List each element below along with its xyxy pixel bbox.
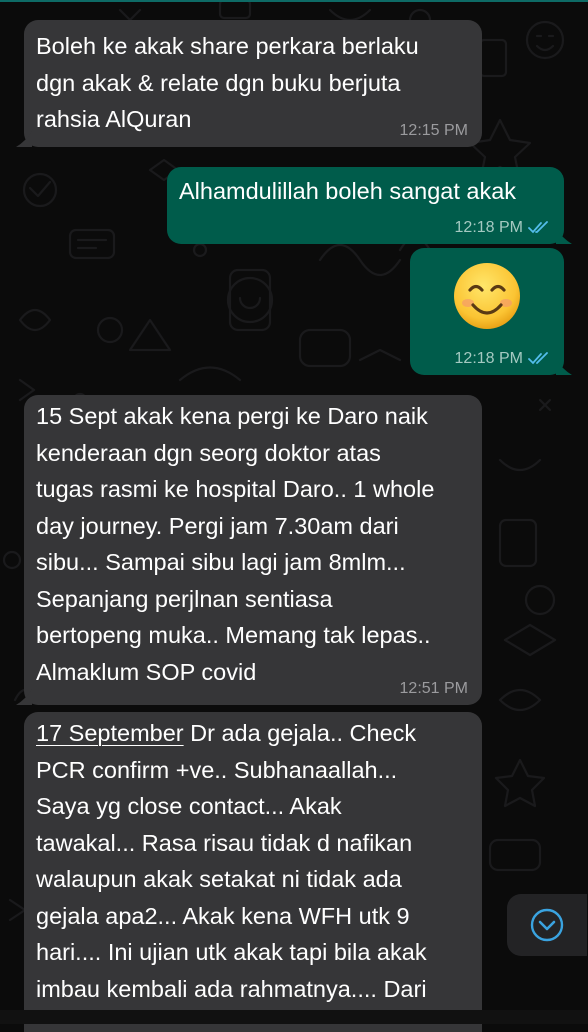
message-bubble-outgoing[interactable]: Alhamdulillah boleh sangat akak 12:18 PM	[167, 167, 572, 244]
message-text: 15 Sept akak kena pergi ke Daro naik ken…	[36, 403, 435, 685]
message-bubble-incoming[interactable]: 15 Sept akak kena pergi ke Daro naik ken…	[16, 395, 482, 705]
message-meta: 12:18 PM	[455, 349, 550, 369]
double-check-read-icon	[528, 221, 548, 234]
message-time: 12:51 PM	[399, 680, 468, 697]
scroll-to-bottom-button[interactable]	[507, 894, 587, 956]
bubble-tail	[556, 359, 572, 375]
double-check-read-icon	[528, 352, 548, 365]
bubble-tail	[16, 131, 32, 147]
message-bubble-incoming[interactable]: 17 September Dr ada gejala.. Check PCR c…	[24, 712, 482, 1032]
message-meta: 12:18 PM	[455, 218, 550, 238]
smiling-face-emoji	[454, 263, 520, 329]
message-time: 12:18 PM	[454, 219, 523, 236]
message-text: 17 September Dr ada gejala.. Check PCR c…	[36, 715, 470, 1007]
bubble-tail	[16, 689, 32, 705]
message-text-body: Dr ada gejala.. Check PCR confirm +ve.. …	[36, 720, 427, 1002]
message-meta: 12:51 PM	[400, 679, 468, 699]
message-bubble-outgoing-emoji[interactable]: 12:18 PM	[410, 248, 572, 375]
message-text: Alhamdulillah boleh sangat akak	[179, 178, 517, 204]
chevron-down-icon	[530, 908, 564, 942]
message-meta: 12:15 PM	[400, 121, 468, 141]
message-time: 12:18 PM	[454, 350, 523, 367]
message-time: 12:15 PM	[399, 122, 468, 139]
bottom-input-area-edge	[0, 1010, 588, 1024]
bubble-tail	[556, 228, 572, 244]
top-accent-line	[0, 0, 588, 2]
date-link[interactable]: 17 September	[36, 720, 184, 746]
message-bubble-incoming[interactable]: Boleh ke akak share perkara berlaku dgn …	[16, 20, 482, 147]
